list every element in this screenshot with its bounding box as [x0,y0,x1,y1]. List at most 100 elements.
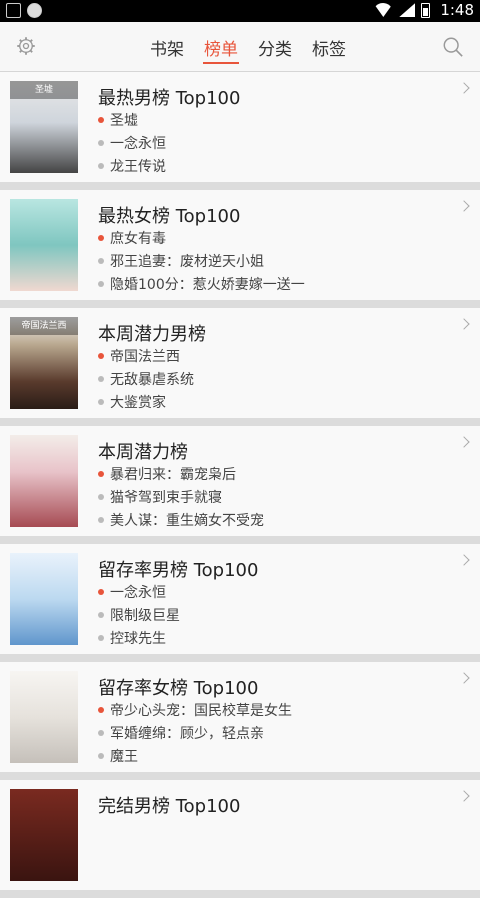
bullet-dot [98,494,104,500]
tab-rankings[interactable]: 榜单 [194,22,248,72]
book-item: 暴君归来：霸宠枭后 [98,464,236,484]
bullet-dot [98,353,104,359]
book-item: 一念永恒 [98,133,166,153]
status-bar: 1:48 [0,0,480,22]
bullet-dot [98,140,104,146]
book-item: 圣墟 [98,110,138,130]
cover-title: 帝国法兰西 [10,317,78,335]
ranking-card[interactable]: 完结男榜 Top100 [0,780,480,890]
bullet-dot [98,281,104,287]
ranking-card[interactable]: 最热女榜 Top100 庶女有毒 邪王追妻：废材逆天小姐 隐婚100分：惹火娇妻… [0,190,480,300]
signal-icon [399,3,416,17]
bullet-dot [98,612,104,618]
bullet-dot [98,117,104,123]
book-cover-image [10,789,78,881]
book-name: 一念永恒 [110,585,166,601]
bullet-dot [98,730,104,736]
book-item: 一念永恒 [98,582,166,602]
book-item: 邪王追妻：废材逆天小姐 [98,251,264,271]
book-name: 魔王 [110,749,138,765]
book-item: 控球先生 [98,628,166,648]
ranking-title: 留存率男榜 Top100 [98,560,259,581]
book-cover-image: 帝国法兰西 [10,317,78,409]
book-name: 无敌暴虐系统 [110,372,194,388]
bullet-dot [98,517,104,523]
book-item: 帝国法兰西 [98,346,180,366]
ranking-title: 本周潜力男榜 [98,324,206,345]
ranking-title: 完结男榜 Top100 [98,796,241,817]
chevron-right-icon [458,318,470,330]
chevron-right-icon [458,554,470,566]
ranking-title: 最热男榜 Top100 [98,88,241,109]
image-notification-icon [6,3,21,18]
ranking-list: 圣墟 最热男榜 Top100 圣墟 一念永恒 龙王传说 最热女榜 Top100 … [0,72,480,898]
book-name: 控球先生 [110,631,166,647]
system-icons: 1:48 [373,1,474,19]
book-item: 猫爷驾到束手就寝 [98,487,222,507]
bullet-dot [98,471,104,477]
book-name: 龙王传说 [110,159,166,175]
search-icon[interactable] [442,36,464,58]
bullet-dot [98,163,104,169]
gear-icon[interactable] [16,36,36,56]
shield-notification-icon [27,3,42,18]
book-name: 大鉴赏家 [110,395,166,411]
book-item: 限制级巨星 [98,605,180,625]
cover-title: 圣墟 [10,81,78,99]
book-name: 一念永恒 [110,136,166,152]
ranking-card[interactable]: 帝国法兰西 本周潜力男榜 帝国法兰西 无敌暴虐系统 大鉴赏家 [0,308,480,418]
bullet-dot [98,753,104,759]
bullet-dot [98,589,104,595]
bullet-dot [98,235,104,241]
tab-tags[interactable]: 标签 [302,22,356,72]
book-name: 隐婚100分：惹火娇妻嫁一送一 [110,277,305,293]
book-cover-image: 圣墟 [10,81,78,173]
bullet-dot [98,707,104,713]
book-item: 龙王传说 [98,156,166,176]
tab-bookshelf[interactable]: 书架 [140,22,194,72]
ranking-card[interactable]: 留存率男榜 Top100 一念永恒 限制级巨星 控球先生 [0,544,480,654]
tab-categories[interactable]: 分类 [248,22,302,72]
bullet-dot [98,376,104,382]
bullet-dot [98,258,104,264]
book-cover-image [10,199,78,291]
book-cover-image [10,435,78,527]
top-navigation-bar: 书架 榜单 分类 标签 [0,22,480,72]
bullet-dot [98,399,104,405]
book-name: 邪王追妻：废材逆天小姐 [110,254,264,270]
book-name: 帝少心头宠：国民校草是女生 [110,703,292,719]
book-name: 限制级巨星 [110,608,180,624]
notification-icons [6,3,42,18]
book-name: 猫爷驾到束手就寝 [110,490,222,506]
clock: 1:48 [440,1,474,19]
ranking-title: 本周潜力榜 [98,442,188,463]
chevron-right-icon [458,82,470,94]
book-name: 美人谋：重生嫡女不受宠 [110,513,264,529]
book-item: 隐婚100分：惹火娇妻嫁一送一 [98,274,305,294]
ranking-title: 留存率女榜 Top100 [98,678,259,699]
book-item: 庶女有毒 [98,228,166,248]
book-name: 庶女有毒 [110,231,166,247]
book-item: 美人谋：重生嫡女不受宠 [98,510,264,530]
main-tabs: 书架 榜单 分类 标签 [140,22,356,72]
book-cover-image [10,671,78,763]
book-cover-image [10,553,78,645]
book-item: 帝少心头宠：国民校草是女生 [98,700,292,720]
book-item: 军婚缠绵：顾少，轻点亲 [98,723,264,743]
ranking-card[interactable]: 圣墟 最热男榜 Top100 圣墟 一念永恒 龙王传说 [0,72,480,182]
book-name: 军婚缠绵：顾少，轻点亲 [110,726,264,742]
chevron-right-icon [458,200,470,212]
book-name: 圣墟 [110,113,138,129]
bullet-dot [98,635,104,641]
book-item: 魔王 [98,746,138,766]
book-item: 无敌暴虐系统 [98,369,194,389]
ranking-card[interactable]: 留存率女榜 Top100 帝少心头宠：国民校草是女生 军婚缠绵：顾少，轻点亲 魔… [0,662,480,772]
wifi-icon [373,3,393,17]
ranking-card[interactable]: 本周潜力榜 暴君归来：霸宠枭后 猫爷驾到束手就寝 美人谋：重生嫡女不受宠 [0,426,480,536]
chevron-right-icon [458,436,470,448]
book-name: 帝国法兰西 [110,349,180,365]
chevron-right-icon [458,672,470,684]
ranking-title: 最热女榜 Top100 [98,206,241,227]
book-name: 暴君归来：霸宠枭后 [110,467,236,483]
book-item: 大鉴赏家 [98,392,166,412]
